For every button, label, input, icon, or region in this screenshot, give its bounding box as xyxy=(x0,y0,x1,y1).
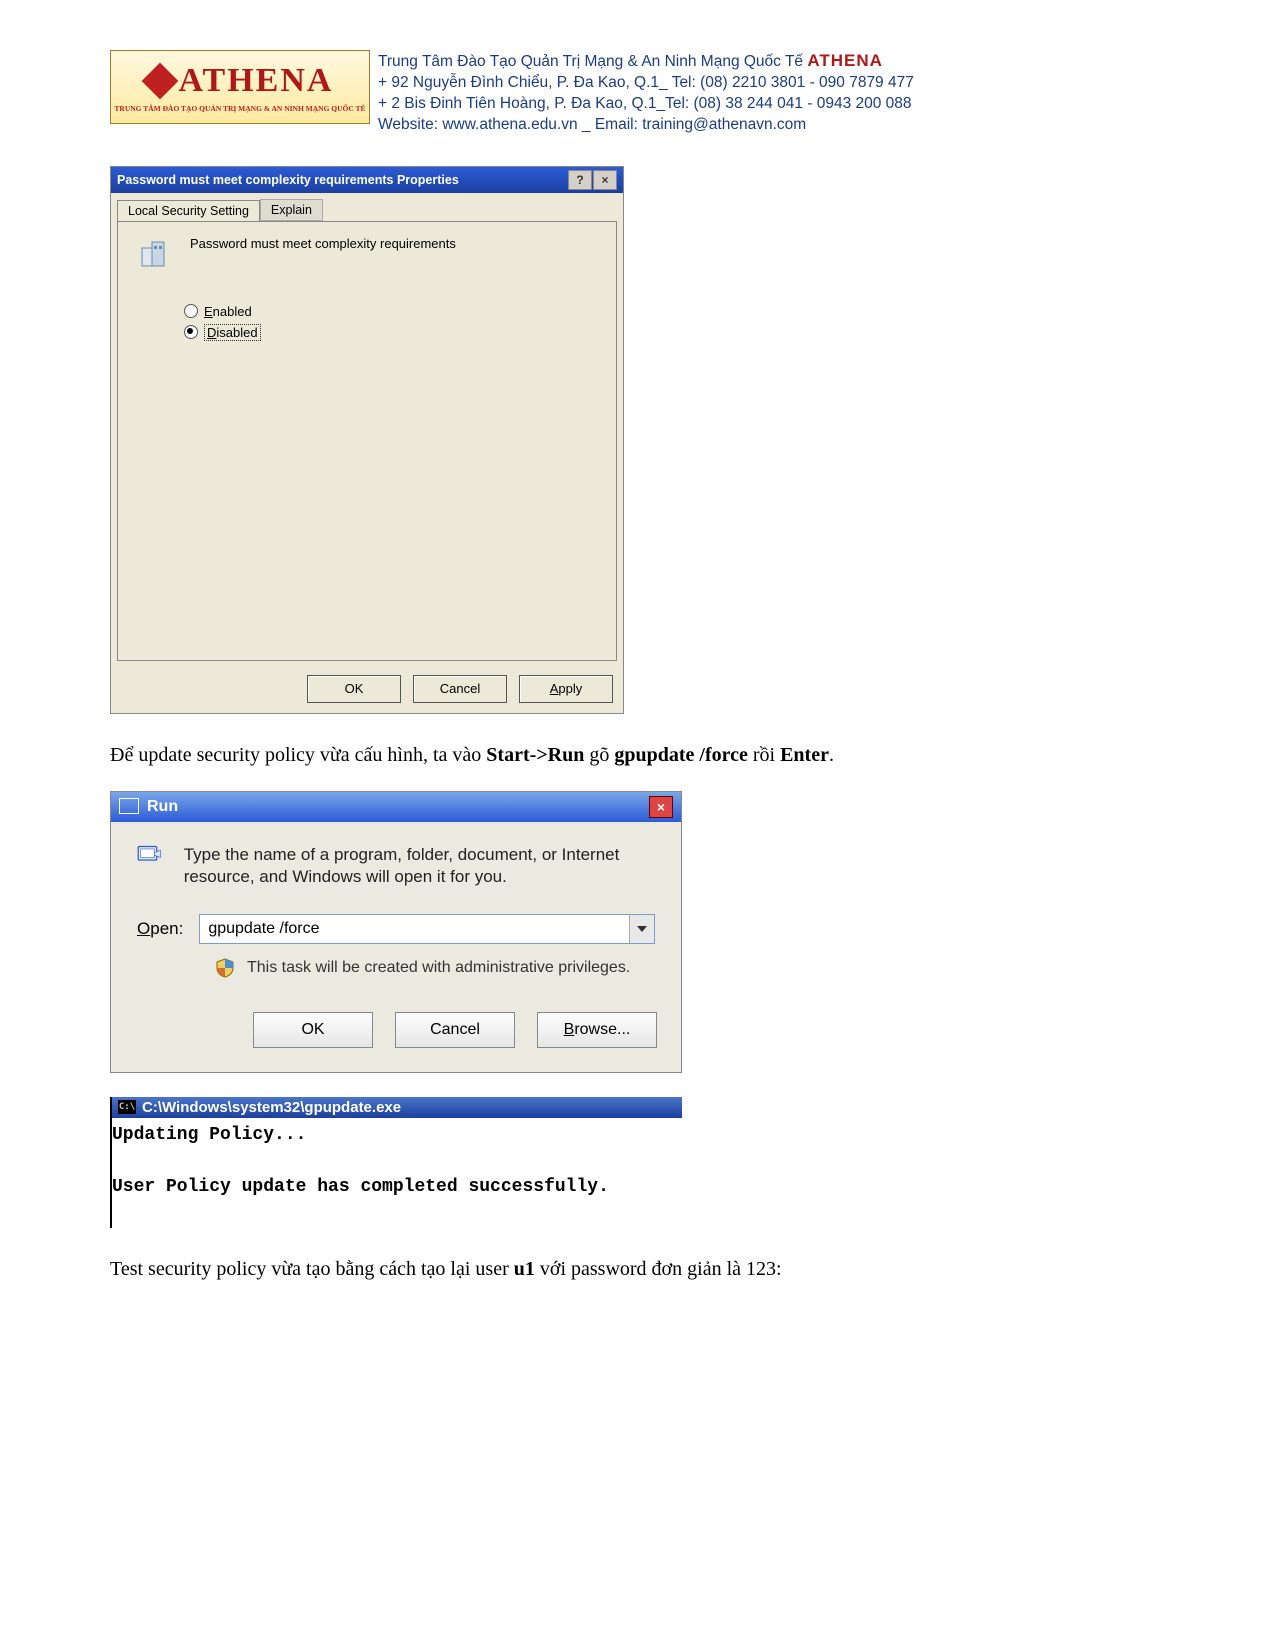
logo-diamond-icon xyxy=(141,62,178,99)
tab-local-security-setting[interactable]: Local Security Setting xyxy=(117,200,260,222)
letterhead-text: Trung Tâm Đào Tạo Quản Trị Mạng & An Nin… xyxy=(378,50,914,136)
admin-privileges-text: This task will be created with administr… xyxy=(247,959,630,977)
policy-text: Password must meet complexity requiremen… xyxy=(190,236,456,251)
cmd-output: Updating Policy... User Policy update ha… xyxy=(112,1118,682,1228)
policy-icon xyxy=(140,236,172,268)
run-cancel-button[interactable]: Cancel xyxy=(395,1012,515,1048)
combo-dropdown-button[interactable] xyxy=(629,915,654,943)
run-title-icon xyxy=(119,798,139,814)
open-label: Open: xyxy=(137,919,183,939)
paragraph-1: Để update security policy vừa cấu hình, … xyxy=(110,742,1164,769)
close-button[interactable]: × xyxy=(593,170,617,190)
dialog-title: Password must meet complexity requiremen… xyxy=(117,173,459,187)
hdr-brand: ATHENA xyxy=(807,51,883,70)
logo-subtitle: TRUNG TÂM ĐÀO TẠO QUẢN TRỊ MẠNG & AN NIN… xyxy=(114,104,365,113)
run-ok-button[interactable]: OK xyxy=(253,1012,373,1048)
cmd-titlebar: C:\ C:\Windows\system32\gpupdate.exe xyxy=(112,1097,682,1118)
run-titlebar: Run × xyxy=(111,792,681,822)
tab-explain[interactable]: Explain xyxy=(260,199,323,221)
dialog-body: Password must meet complexity requiremen… xyxy=(117,221,617,661)
letterhead: ATHENA TRUNG TÂM ĐÀO TẠO QUẢN TRỊ MẠNG &… xyxy=(110,50,1164,136)
open-combobox[interactable] xyxy=(199,914,655,944)
cmd-title-text: C:\Windows\system32\gpupdate.exe xyxy=(142,1099,401,1116)
apply-button[interactable]: Apply xyxy=(519,675,613,703)
ok-button[interactable]: OK xyxy=(307,675,401,703)
hdr-line1: Trung Tâm Đào Tạo Quản Trị Mạng & An Nin… xyxy=(378,53,807,70)
cmd-window: C:\ C:\Windows\system32\gpupdate.exe Upd… xyxy=(110,1097,682,1228)
run-title-text: Run xyxy=(147,798,178,815)
hdr-line4: Website: www.athena.edu.vn _ Email: trai… xyxy=(378,115,914,136)
radio-enabled[interactable]: Enabled xyxy=(184,304,594,319)
shield-icon xyxy=(215,958,235,978)
logo-block: ATHENA TRUNG TÂM ĐÀO TẠO QUẢN TRỊ MẠNG &… xyxy=(110,50,370,124)
help-button[interactable]: ? xyxy=(568,170,592,190)
hdr-line2: + 92 Nguyễn Đình Chiểu, P. Đa Kao, Q.1_ … xyxy=(378,73,914,94)
radio-icon xyxy=(184,304,198,318)
dialog-titlebar: Password must meet complexity requiremen… xyxy=(111,167,623,193)
cancel-button[interactable]: Cancel xyxy=(413,675,507,703)
properties-dialog: Password must meet complexity requiremen… xyxy=(110,166,624,714)
hdr-line3: + 2 Bis Đinh Tiên Hoàng, P. Đa Kao, Q.1_… xyxy=(378,94,914,115)
radio-icon-selected xyxy=(184,325,198,339)
paragraph-2: Test security policy vừa tạo bằng cách t… xyxy=(110,1256,1164,1283)
radio-disabled[interactable]: Disabled xyxy=(184,324,594,341)
cmd-line-1: Updating Policy... xyxy=(112,1122,678,1148)
cmd-title-icon: C:\ xyxy=(118,1100,136,1114)
logo-name: ATHENA xyxy=(179,62,334,100)
run-icon xyxy=(137,844,162,876)
open-input[interactable] xyxy=(200,915,629,943)
run-close-button[interactable]: × xyxy=(649,796,673,818)
run-dialog: Run × Type the name of a program, folder… xyxy=(110,791,682,1073)
run-browse-button[interactable]: Browse... xyxy=(537,1012,657,1048)
run-description: Type the name of a program, folder, docu… xyxy=(184,844,655,888)
chevron-down-icon xyxy=(637,926,647,932)
cmd-line-2: User Policy update has completed success… xyxy=(112,1174,678,1200)
